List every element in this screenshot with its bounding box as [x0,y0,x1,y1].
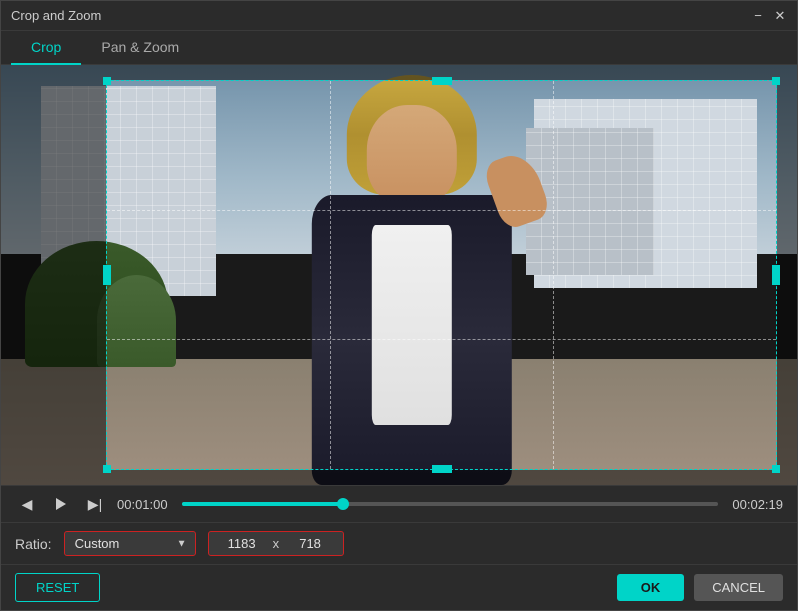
footer-right: OK CANCEL [617,574,783,601]
play-button[interactable] [49,492,73,516]
ratio-select-wrapper: Custom 16:9 4:3 1:1 9:16 Original ▼ [64,531,196,556]
close-button[interactable]: ✕ [773,9,787,23]
cancel-button[interactable]: CANCEL [694,574,783,601]
tab-crop[interactable]: Crop [11,31,81,65]
trees-left-2 [97,275,177,367]
dimension-group: x [208,531,345,556]
ratio-select[interactable]: Custom 16:9 4:3 1:1 9:16 Original [65,532,195,555]
total-time: 00:02:19 [728,497,783,512]
play-icon [56,498,66,510]
minimize-button[interactable]: − [751,9,765,23]
tab-bar: Crop Pan & Zoom [1,31,797,65]
playback-controls: ◀ ▶| 00:01:00 00:02:19 [1,485,797,522]
height-input[interactable] [285,536,335,551]
skip-back-button[interactable]: ◀ [15,492,39,516]
person-face [367,105,457,205]
timeline-fill [182,502,343,506]
ratio-bar: Ratio: Custom 16:9 4:3 1:1 9:16 Original… [1,522,797,564]
timeline-slider[interactable] [182,502,718,506]
ratio-label: Ratio: [15,536,52,552]
app-window: Crop and Zoom − ✕ Crop Pan & Zoom [0,0,798,611]
window-title: Crop and Zoom [11,8,101,23]
person-figure [252,75,572,485]
timeline-thumb[interactable] [337,498,349,510]
video-preview [1,65,797,485]
reset-button[interactable]: RESET [15,573,100,602]
skip-forward-button[interactable]: ▶| [83,492,107,516]
width-input[interactable] [217,536,267,551]
current-time: 00:01:00 [117,497,172,512]
ok-button[interactable]: OK [617,574,685,601]
titlebar: Crop and Zoom − ✕ [1,1,797,31]
footer-bar: RESET OK CANCEL [1,564,797,610]
video-scene [1,65,797,485]
titlebar-controls: − ✕ [751,9,787,23]
person-shirt [372,225,452,425]
tab-pan-zoom[interactable]: Pan & Zoom [81,31,199,65]
dimension-separator: x [273,536,280,551]
